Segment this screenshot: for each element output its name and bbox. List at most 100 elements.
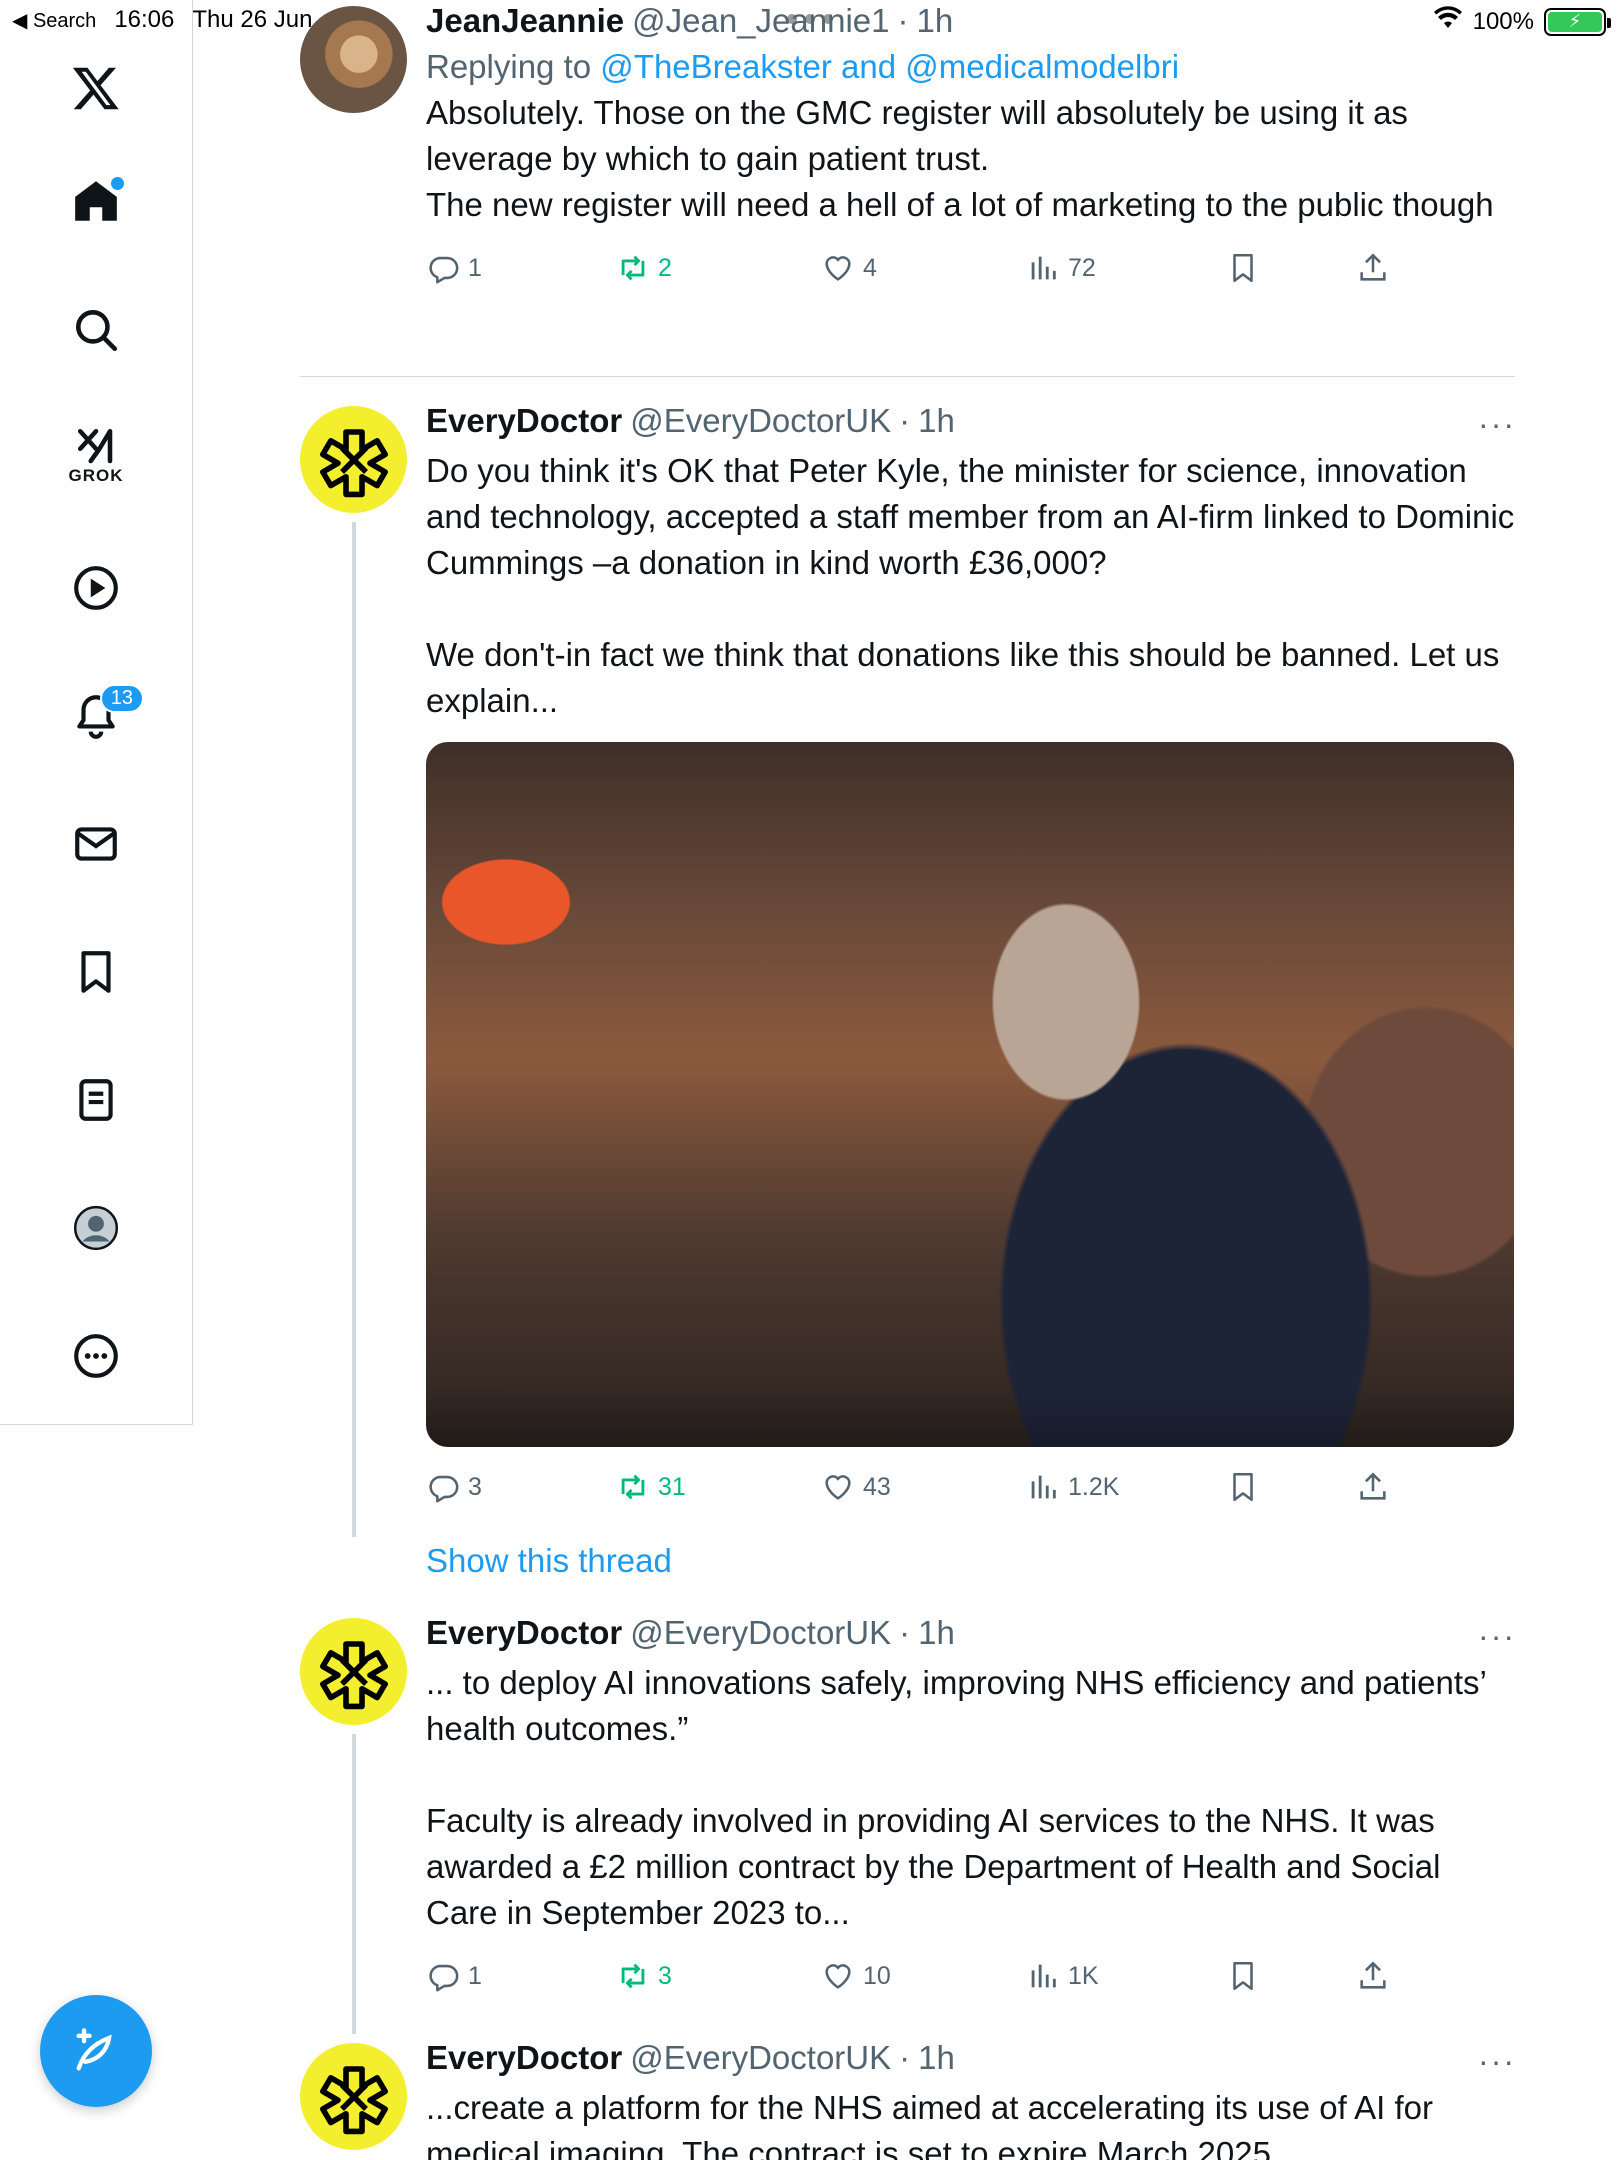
retweet-icon: [621, 255, 645, 281]
battery-icon: ⚡: [1544, 7, 1611, 36]
notifications-badge: 13: [99, 684, 144, 713]
like-button[interactable]: 10: [821, 1959, 1026, 1993]
like-count: 4: [863, 253, 877, 282]
bookmark-icon: [1233, 1472, 1253, 1502]
timestamp[interactable]: 1h: [918, 1614, 955, 1652]
author-handle[interactable]: @Jean_Jeannie1: [632, 2, 889, 40]
view-count: 1.2K: [1068, 1472, 1120, 1501]
everydoctor-logo-icon: [319, 1640, 388, 1709]
author-name[interactable]: EveryDoctor: [426, 2039, 622, 2077]
author-name[interactable]: EveryDoctor: [426, 1614, 622, 1652]
like-button[interactable]: 4: [821, 251, 1026, 285]
profile-icon: [73, 1205, 119, 1251]
like-count: 43: [863, 1472, 891, 1501]
share-button[interactable]: [1356, 1959, 1390, 1993]
home-new-dot: [111, 177, 124, 190]
more-options-icon[interactable]: ···: [1478, 406, 1516, 443]
timestamp[interactable]: 1h: [918, 402, 955, 440]
reply-button[interactable]: 3: [426, 1470, 616, 1504]
share-icon: [1360, 1472, 1386, 1500]
bookmark-icon: [1233, 1961, 1253, 1991]
separator-dot: ·: [899, 2039, 911, 2076]
replying-to: Replying to @TheBreakster and @medicalmo…: [426, 48, 1516, 86]
tweet-actions: 1 2 4 72: [426, 238, 1516, 298]
nav-grok[interactable]: GROK: [60, 420, 132, 492]
author-handle[interactable]: @EveryDoctorUK: [630, 2039, 891, 2077]
nav-messages[interactable]: [60, 808, 132, 880]
separator-dot: ·: [899, 1614, 911, 1651]
bookmark-button[interactable]: [1226, 251, 1356, 285]
separator-dot: ·: [899, 402, 911, 439]
author-name[interactable]: EveryDoctor: [426, 402, 622, 440]
avatar[interactable]: [300, 1618, 407, 1725]
reply-icon: [429, 1475, 459, 1503]
reply-icon: [429, 256, 459, 284]
retweet-button[interactable]: 3: [616, 1959, 821, 1993]
tweet-divider: [300, 376, 1515, 377]
list-icon: [79, 1079, 113, 1121]
bookmark-button[interactable]: [1226, 1959, 1356, 1993]
more-icon: [74, 1334, 118, 1378]
heart-icon: [825, 1964, 851, 1989]
nav-profile[interactable]: [60, 1192, 132, 1264]
author-handle[interactable]: @EveryDoctorUK: [630, 1614, 891, 1652]
bookmark-button[interactable]: [1226, 1470, 1356, 1504]
views-button[interactable]: 1K: [1026, 1959, 1226, 1993]
reply-button[interactable]: 1: [426, 1959, 616, 1993]
retweet-count: 2: [658, 253, 672, 282]
nav-bookmarks[interactable]: [60, 936, 132, 1008]
more-options-icon[interactable]: ···: [1478, 1618, 1516, 1655]
tweet-image[interactable]: [426, 742, 1514, 1447]
nav-videos[interactable]: [60, 552, 132, 624]
heart-icon: [825, 256, 851, 281]
view-count: 1K: [1068, 1961, 1099, 1990]
author-name[interactable]: JeanJeannie: [426, 2, 624, 40]
more-options-icon[interactable]: ···: [1478, 2043, 1516, 2080]
author-handle[interactable]: @EveryDoctorUK: [630, 402, 891, 440]
tweet-header: EveryDoctor @EveryDoctorUK · 1h: [426, 402, 1516, 444]
avatar[interactable]: [300, 2043, 407, 2150]
tweet-text: Do you think it's OK that Peter Kyle, th…: [426, 452, 1515, 719]
tweet-actions: 3 31 43 1.2K: [426, 1457, 1516, 1517]
compose-icon: [76, 2028, 112, 2071]
retweet-count: 3: [658, 1961, 672, 1990]
share-button[interactable]: [1356, 251, 1390, 285]
views-button[interactable]: 72: [1026, 251, 1226, 285]
tweet-header: EveryDoctor @EveryDoctorUK · 1h: [426, 2039, 1516, 2081]
avatar[interactable]: [300, 406, 407, 513]
reply-count: 1: [468, 1961, 482, 1990]
reply-button[interactable]: 1: [426, 251, 616, 285]
retweet-button[interactable]: 2: [616, 251, 821, 285]
share-icon: [1360, 253, 1386, 281]
view-count: 72: [1068, 253, 1096, 282]
avatar[interactable]: [300, 6, 407, 113]
show-thread-link[interactable]: Show this thread: [426, 1542, 672, 1580]
timestamp[interactable]: 1h: [918, 2039, 955, 2077]
thread-line: [352, 522, 356, 1537]
sidebar: GROK 13: [0, 0, 193, 1425]
replying-to-links[interactable]: @TheBreakster and @medicalmodelbri: [600, 48, 1179, 85]
nav-notifications[interactable]: 13: [60, 680, 144, 752]
x-logo-icon: [72, 67, 119, 110]
like-button[interactable]: 43: [821, 1470, 1026, 1504]
nav-home[interactable]: [60, 165, 132, 237]
bookmark-icon: [81, 951, 111, 993]
nav-explore[interactable]: [60, 294, 132, 366]
x-logo[interactable]: [60, 52, 132, 124]
nav-more[interactable]: [60, 1320, 132, 1392]
tweet-actions: 1 3 10 1K: [426, 1946, 1516, 2006]
views-icon: [1031, 1964, 1056, 1988]
search-icon: [76, 310, 118, 352]
views-button[interactable]: 1.2K: [1026, 1470, 1226, 1504]
everydoctor-logo-icon: [319, 428, 388, 497]
retweet-count: 31: [658, 1472, 686, 1501]
retweet-icon: [621, 1474, 645, 1500]
views-icon: [1031, 256, 1056, 280]
nav-lists[interactable]: [60, 1064, 132, 1136]
share-button[interactable]: [1356, 1470, 1390, 1504]
like-count: 10: [863, 1961, 891, 1990]
everydoctor-logo-icon: [319, 2065, 388, 2134]
retweet-button[interactable]: 31: [616, 1470, 821, 1504]
timestamp[interactable]: 1h: [917, 2, 954, 40]
compose-post-button[interactable]: [40, 1995, 152, 2107]
